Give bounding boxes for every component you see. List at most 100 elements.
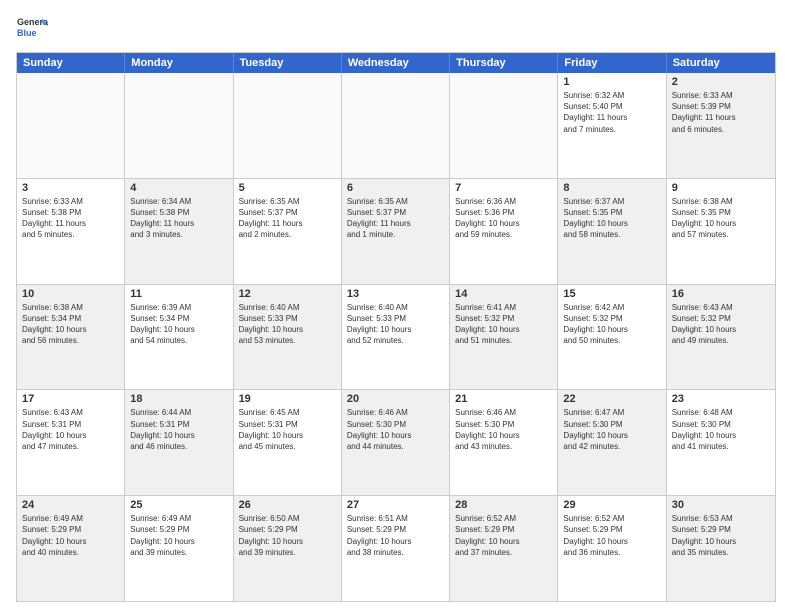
day-info-10: Sunrise: 6:38 AM Sunset: 5:34 PM Dayligh…: [22, 302, 119, 347]
day-number-18: 18: [130, 393, 227, 405]
day-cell-26: 26Sunrise: 6:50 AM Sunset: 5:29 PM Dayli…: [234, 496, 342, 601]
day-number-14: 14: [455, 288, 552, 300]
week-row-4: 17 Sunrise: 6:43 AM Sunset: 5:31 PM Dayli…: [17, 389, 775, 495]
day-number-19: 19: [239, 393, 336, 405]
day-info-30: Sunrise: 6:53 AM Sunset: 5:29 PM Dayligh…: [672, 513, 770, 558]
day-cell-9: 9 Sunrise: 6:38 AM Sunset: 5:35 PM Daylig…: [667, 179, 775, 284]
day-number-7: 7: [455, 182, 552, 194]
day-header-sunday: Sunday: [17, 53, 125, 73]
day-number-10: 10: [22, 288, 119, 300]
day-cell-18: 18 Sunrise: 6:44 AM Sunset: 5:31 PM Dayli…: [125, 390, 233, 495]
day-info-27: Sunrise: 6:51 AM Sunset: 5:29 PM Dayligh…: [347, 513, 444, 558]
day-cell-empty-0-2: [234, 73, 342, 178]
day-cell-20: 20 Sunrise: 6:46 AM Sunset: 5:30 PM Dayli…: [342, 390, 450, 495]
day-cell-4: 4 Sunrise: 6:34 AM Sunset: 5:38 PM Daylig…: [125, 179, 233, 284]
day-header-monday: Monday: [125, 53, 233, 73]
day-header-saturday: Saturday: [667, 53, 775, 73]
day-number-4: 4: [130, 182, 227, 194]
day-cell-10: 10 Sunrise: 6:38 AM Sunset: 5:34 PM Dayli…: [17, 285, 125, 390]
day-cell-28: 28 Sunrise: 6:52 AM Sunset: 5:29 PM Dayli…: [450, 496, 558, 601]
day-cell-25: 25 Sunrise: 6:49 AM Sunset: 5:29 PM Dayli…: [125, 496, 233, 601]
day-number-9: 9: [672, 182, 770, 194]
day-cell-empty-0-1: [125, 73, 233, 178]
day-info-12: Sunrise: 6:40 AM Sunset: 5:33 PM Dayligh…: [239, 302, 336, 347]
day-info-4: Sunrise: 6:34 AM Sunset: 5:38 PM Dayligh…: [130, 196, 227, 241]
day-info-28: Sunrise: 6:52 AM Sunset: 5:29 PM Dayligh…: [455, 513, 552, 558]
day-number-13: 13: [347, 288, 444, 300]
day-number-23: 23: [672, 393, 770, 405]
day-cell-6: 6 Sunrise: 6:35 AM Sunset: 5:37 PM Daylig…: [342, 179, 450, 284]
day-info-5: Sunrise: 6:35 AM Sunset: 5:37 PM Dayligh…: [239, 196, 336, 241]
day-info-6: Sunrise: 6:35 AM Sunset: 5:37 PM Dayligh…: [347, 196, 444, 241]
week-row-5: 24 Sunrise: 6:49 AM Sunset: 5:29 PM Dayli…: [17, 495, 775, 601]
day-info-26: Sunrise: 6:50 AM Sunset: 5:29 PM Dayligh…: [239, 513, 336, 558]
day-info-29: Sunrise: 6:52 AM Sunset: 5:29 PM Dayligh…: [563, 513, 660, 558]
day-info-14: Sunrise: 6:41 AM Sunset: 5:32 PM Dayligh…: [455, 302, 552, 347]
day-cell-7: 7 Sunrise: 6:36 AM Sunset: 5:36 PM Daylig…: [450, 179, 558, 284]
day-info-20: Sunrise: 6:46 AM Sunset: 5:30 PM Dayligh…: [347, 407, 444, 452]
day-info-17: Sunrise: 6:43 AM Sunset: 5:31 PM Dayligh…: [22, 407, 119, 452]
week-row-1: 1 Sunrise: 6:32 AM Sunset: 5:40 PM Daylig…: [17, 73, 775, 178]
day-cell-12: 12 Sunrise: 6:40 AM Sunset: 5:33 PM Dayli…: [234, 285, 342, 390]
day-number-28: 28: [455, 499, 552, 511]
svg-text:Blue: Blue: [17, 28, 37, 38]
day-info-2: Sunrise: 6:33 AM Sunset: 5:39 PM Dayligh…: [672, 90, 770, 135]
day-number-5: 5: [239, 182, 336, 194]
day-number-16: 16: [672, 288, 770, 300]
header: General Blue: [16, 12, 776, 44]
day-number-17: 17: [22, 393, 119, 405]
day-header-wednesday: Wednesday: [342, 53, 450, 73]
day-info-24: Sunrise: 6:49 AM Sunset: 5:29 PM Dayligh…: [22, 513, 119, 558]
day-cell-29: 29 Sunrise: 6:52 AM Sunset: 5:29 PM Dayli…: [558, 496, 666, 601]
day-number-1: 1: [563, 76, 660, 88]
day-number-2: 2: [672, 76, 770, 88]
day-cell-3: 3Sunrise: 6:33 AM Sunset: 5:38 PM Daylig…: [17, 179, 125, 284]
day-cell-2: 2 Sunrise: 6:33 AM Sunset: 5:39 PM Daylig…: [667, 73, 775, 178]
calendar-header: SundayMondayTuesdayWednesdayThursdayFrid…: [17, 53, 775, 73]
day-info-7: Sunrise: 6:36 AM Sunset: 5:36 PM Dayligh…: [455, 196, 552, 241]
day-number-3: 3: [22, 182, 119, 194]
day-cell-8: 8 Sunrise: 6:37 AM Sunset: 5:35 PM Daylig…: [558, 179, 666, 284]
day-header-thursday: Thursday: [450, 53, 558, 73]
day-cell-13: 13 Sunrise: 6:40 AM Sunset: 5:33 PM Dayli…: [342, 285, 450, 390]
day-number-8: 8: [563, 182, 660, 194]
day-number-12: 12: [239, 288, 336, 300]
week-row-3: 10 Sunrise: 6:38 AM Sunset: 5:34 PM Dayli…: [17, 284, 775, 390]
day-info-23: Sunrise: 6:48 AM Sunset: 5:30 PM Dayligh…: [672, 407, 770, 452]
day-header-tuesday: Tuesday: [234, 53, 342, 73]
day-info-9: Sunrise: 6:38 AM Sunset: 5:35 PM Dayligh…: [672, 196, 770, 241]
day-info-18: Sunrise: 6:44 AM Sunset: 5:31 PM Dayligh…: [130, 407, 227, 452]
day-number-15: 15: [563, 288, 660, 300]
day-number-6: 6: [347, 182, 444, 194]
day-cell-14: 14 Sunrise: 6:41 AM Sunset: 5:32 PM Dayli…: [450, 285, 558, 390]
day-number-21: 21: [455, 393, 552, 405]
day-cell-24: 24 Sunrise: 6:49 AM Sunset: 5:29 PM Dayli…: [17, 496, 125, 601]
day-cell-empty-0-0: [17, 73, 125, 178]
page: General Blue SundayMondayTuesdayWednesda…: [0, 0, 792, 612]
day-number-27: 27: [347, 499, 444, 511]
day-cell-empty-0-4: [450, 73, 558, 178]
day-cell-15: 15 Sunrise: 6:42 AM Sunset: 5:32 PM Dayli…: [558, 285, 666, 390]
day-info-1: Sunrise: 6:32 AM Sunset: 5:40 PM Dayligh…: [563, 90, 660, 135]
day-cell-23: 23 Sunrise: 6:48 AM Sunset: 5:30 PM Dayli…: [667, 390, 775, 495]
calendar: SundayMondayTuesdayWednesdayThursdayFrid…: [16, 52, 776, 602]
day-info-15: Sunrise: 6:42 AM Sunset: 5:32 PM Dayligh…: [563, 302, 660, 347]
logo: General Blue: [16, 12, 48, 44]
day-info-25: Sunrise: 6:49 AM Sunset: 5:29 PM Dayligh…: [130, 513, 227, 558]
day-number-30: 30: [672, 499, 770, 511]
day-cell-30: 30 Sunrise: 6:53 AM Sunset: 5:29 PM Dayli…: [667, 496, 775, 601]
week-row-2: 3Sunrise: 6:33 AM Sunset: 5:38 PM Daylig…: [17, 178, 775, 284]
day-info-13: Sunrise: 6:40 AM Sunset: 5:33 PM Dayligh…: [347, 302, 444, 347]
day-cell-19: 19Sunrise: 6:45 AM Sunset: 5:31 PM Dayli…: [234, 390, 342, 495]
calendar-body: 1 Sunrise: 6:32 AM Sunset: 5:40 PM Daylig…: [17, 73, 775, 601]
day-number-24: 24: [22, 499, 119, 511]
logo-svg: General Blue: [16, 12, 48, 44]
day-info-22: Sunrise: 6:47 AM Sunset: 5:30 PM Dayligh…: [563, 407, 660, 452]
day-number-20: 20: [347, 393, 444, 405]
day-number-29: 29: [563, 499, 660, 511]
day-cell-11: 11Sunrise: 6:39 AM Sunset: 5:34 PM Dayli…: [125, 285, 233, 390]
day-cell-27: 27 Sunrise: 6:51 AM Sunset: 5:29 PM Dayli…: [342, 496, 450, 601]
day-info-8: Sunrise: 6:37 AM Sunset: 5:35 PM Dayligh…: [563, 196, 660, 241]
day-number-25: 25: [130, 499, 227, 511]
day-cell-21: 21Sunrise: 6:46 AM Sunset: 5:30 PM Dayli…: [450, 390, 558, 495]
